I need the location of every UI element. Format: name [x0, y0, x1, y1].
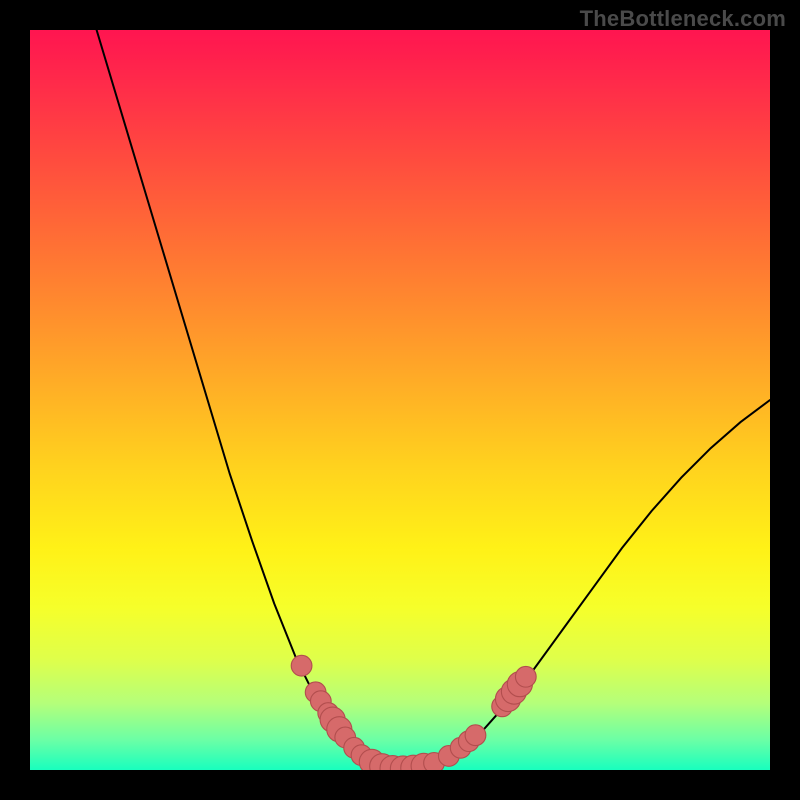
curve-layer [30, 30, 770, 770]
data-marker [291, 655, 312, 676]
data-marker [515, 666, 536, 687]
plot-area [30, 30, 770, 770]
watermark-text: TheBottleneck.com [580, 6, 786, 32]
bottleneck-curve [97, 30, 770, 769]
data-marker [465, 725, 486, 746]
chart-frame: TheBottleneck.com [0, 0, 800, 800]
data-markers [291, 655, 536, 770]
